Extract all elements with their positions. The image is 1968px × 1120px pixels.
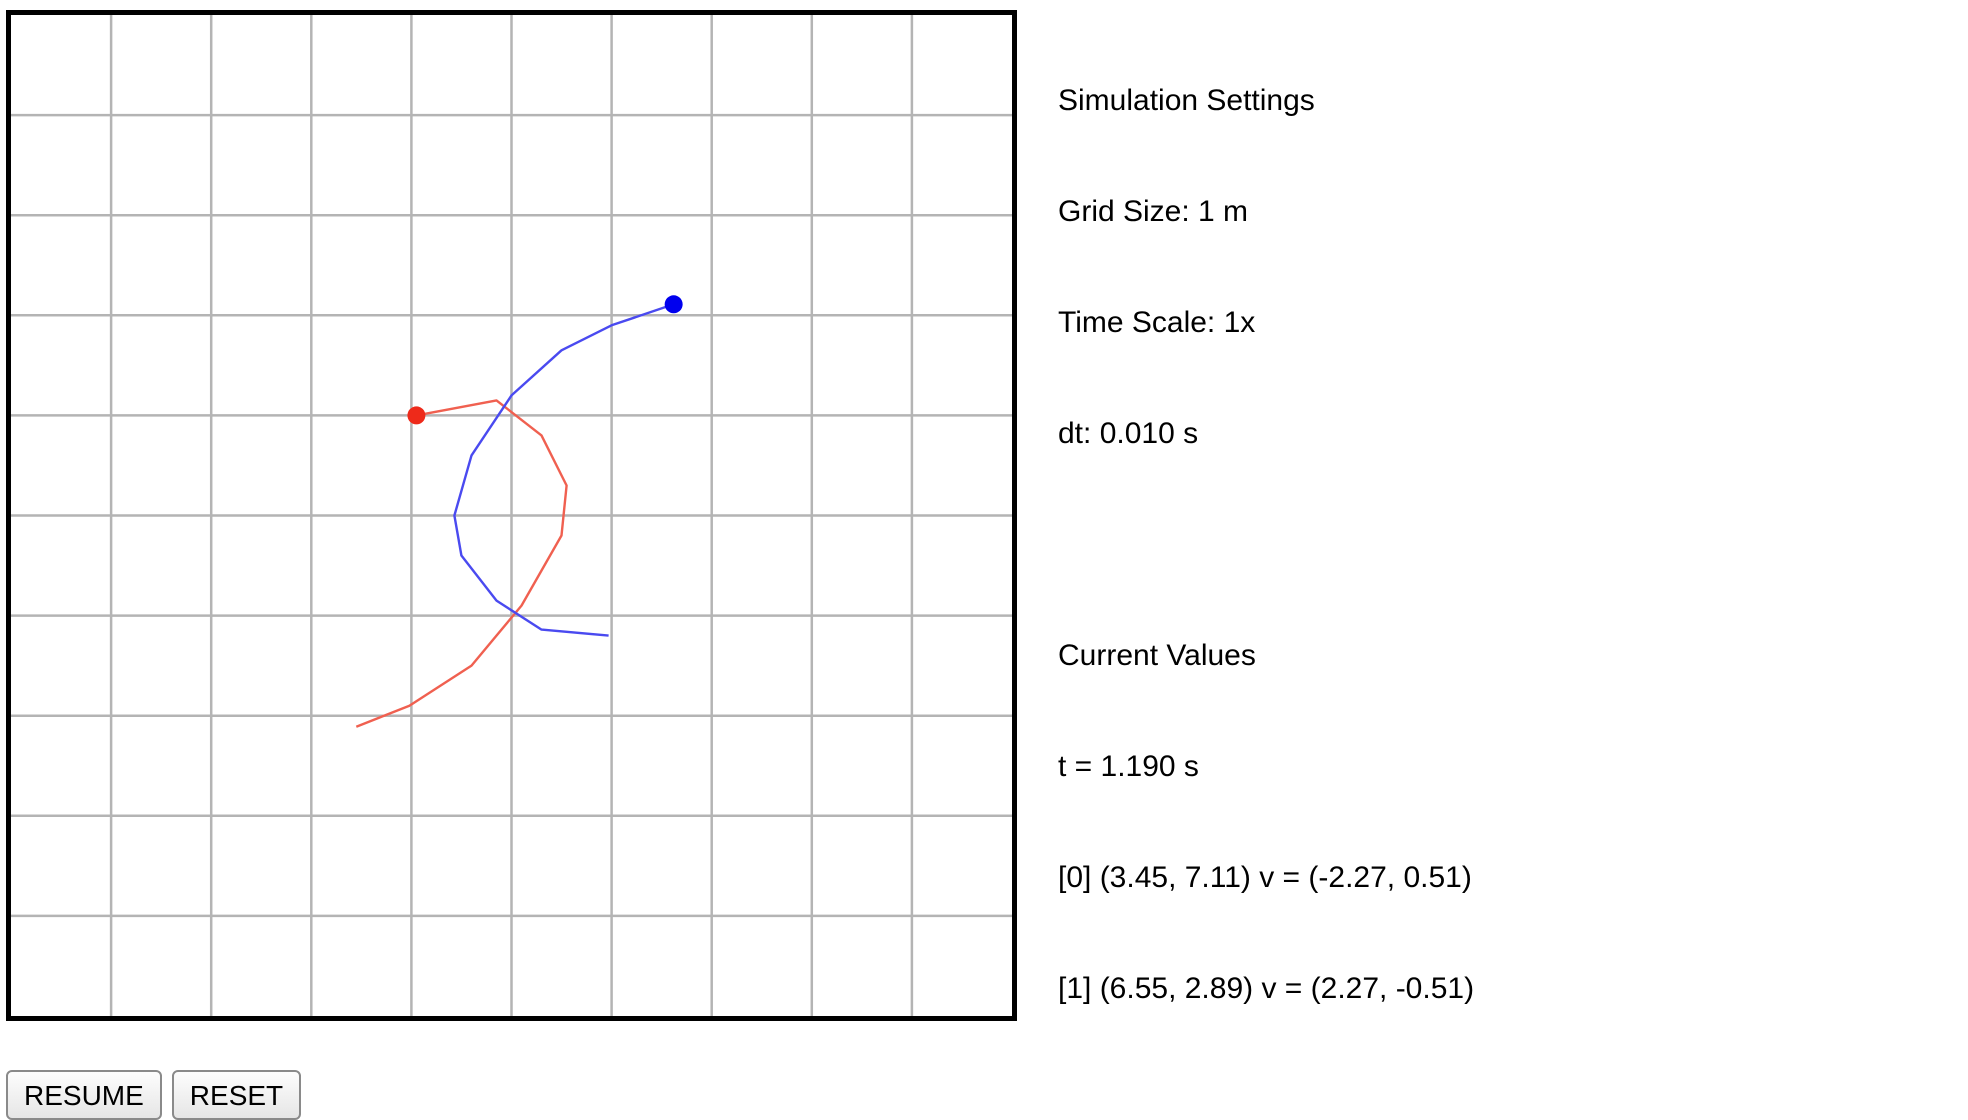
resume-button[interactable]: RESUME (6, 1070, 162, 1120)
time-readout: t = 1.190 s (1058, 750, 1199, 783)
body-0-readout: [0] (3.45, 7.11) v = (-2.27, 0.51) (1058, 861, 1472, 894)
grid-size-readout: Grid Size: 1 m (1058, 195, 1249, 228)
body-0-marker (664, 295, 683, 314)
control-bar: RESUME RESET (6, 1070, 302, 1120)
reset-button[interactable]: RESET (171, 1070, 302, 1120)
dt-readout: dt: 0.010 s (1058, 417, 1199, 450)
simulation-canvas[interactable] (6, 10, 1017, 1021)
body-1-marker (407, 406, 426, 425)
settings-heading: Simulation Settings (1058, 84, 1315, 117)
time-scale-readout: Time Scale: 1x (1058, 306, 1256, 339)
info-panel: Simulation Settings Grid Size: 1 m Time … (1058, 8, 1474, 1044)
current-values-heading: Current Values (1058, 639, 1256, 672)
body-1-readout: [1] (6.55, 2.89) v = (2.27, -0.51) (1058, 972, 1475, 1005)
